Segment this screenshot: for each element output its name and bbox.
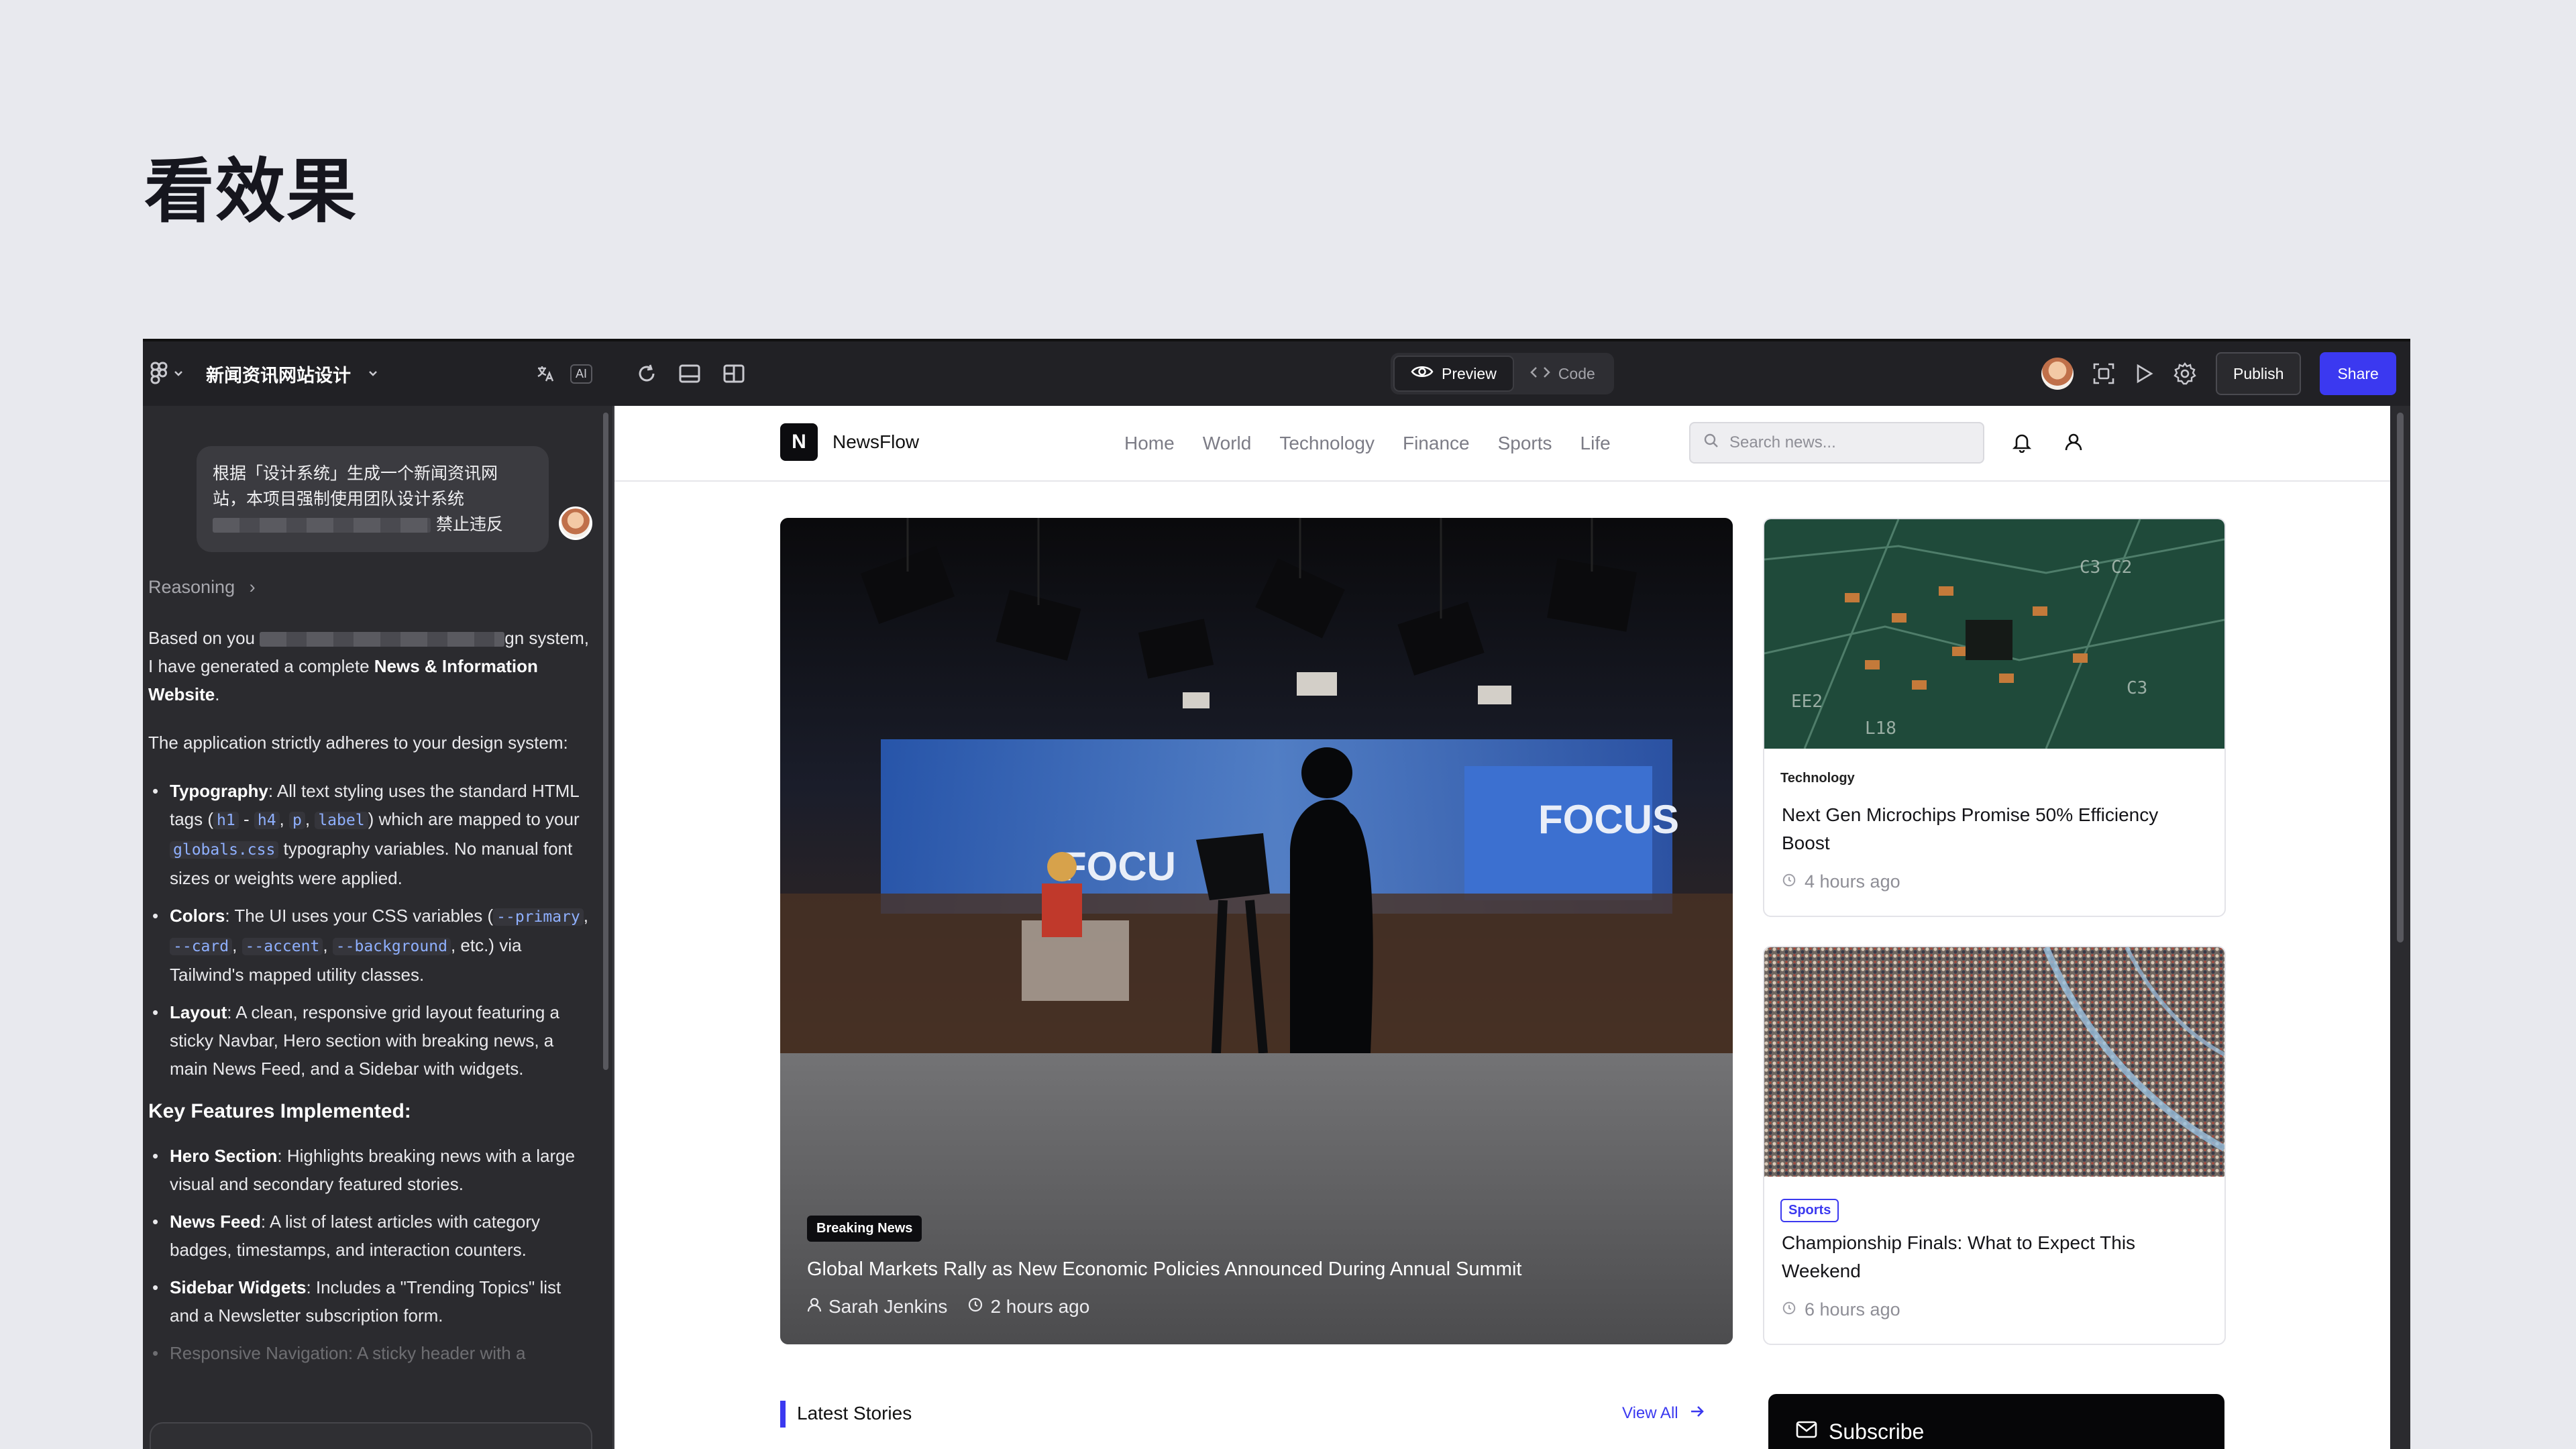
subscribe-widget: Subscribe bbox=[1768, 1394, 2224, 1449]
chevron-right-icon: › bbox=[249, 577, 256, 597]
split-view-icon[interactable] bbox=[722, 363, 746, 384]
section-accent bbox=[780, 1401, 786, 1428]
chat-panel: 根据「设计系统」生成一个新闻资讯网 站，本项目强制使用团队设计系统 禁止违反 R… bbox=[143, 406, 614, 1449]
svg-text:C3 C2: C3 C2 bbox=[2080, 557, 2132, 578]
publish-button[interactable]: Publish bbox=[2216, 352, 2302, 395]
user-icon[interactable] bbox=[2063, 431, 2084, 456]
svg-text:FOCUS: FOCUS bbox=[1538, 797, 1679, 842]
hero-meta: Sarah Jenkins 2 hours ago bbox=[807, 1296, 1089, 1318]
view-all-link[interactable]: View All bbox=[1622, 1404, 1705, 1423]
preview-scrollbar[interactable] bbox=[2397, 413, 2404, 943]
microchip-image: C3 C2 C3 EE2 L18 bbox=[1764, 519, 2224, 749]
reasoning-toggle[interactable]: Reasoning › bbox=[148, 577, 256, 598]
chevron-down-icon[interactable] bbox=[174, 370, 183, 377]
slide-title: 看效果 bbox=[144, 150, 358, 232]
user-avatar bbox=[559, 506, 592, 540]
mail-icon bbox=[1795, 1419, 1818, 1444]
avatar[interactable] bbox=[2041, 358, 2074, 390]
nav-link-technology[interactable]: Technology bbox=[1279, 433, 1375, 454]
svg-text:C3: C3 bbox=[2127, 678, 2147, 698]
card-time: 6 hours ago bbox=[1782, 1299, 1900, 1320]
redacted-text bbox=[213, 518, 431, 533]
clock-icon bbox=[1782, 871, 1796, 892]
nav-links: Home World Technology Finance Sports Lif… bbox=[1124, 433, 1611, 454]
user-icon bbox=[807, 1296, 822, 1318]
featured-card[interactable]: Sports Championship Finals: What to Expe… bbox=[1763, 946, 2226, 1345]
breaking-news-badge: Breaking News bbox=[807, 1216, 922, 1242]
scan-icon[interactable] bbox=[2092, 362, 2115, 385]
card-title[interactable]: Next Gen Microchips Promise 50% Efficien… bbox=[1782, 801, 2198, 857]
nav-link-life[interactable]: Life bbox=[1580, 433, 1611, 454]
desktop-view-icon[interactable] bbox=[678, 363, 702, 384]
card-title[interactable]: Championship Finals: What to Expect This… bbox=[1782, 1229, 2198, 1285]
stadium-crowd-image bbox=[1764, 947, 2224, 1177]
top-bar: 新闻资讯网站设计 AI Preview Code Publish Share bbox=[143, 339, 2410, 406]
clock-icon bbox=[1782, 1299, 1796, 1320]
view-mode-toggle: Preview Code bbox=[1391, 353, 1614, 394]
chat-scrollbar[interactable] bbox=[603, 413, 608, 1070]
chat-input[interactable] bbox=[150, 1422, 592, 1449]
code-icon bbox=[1530, 365, 1550, 383]
site-preview: N NewsFlow Home World Technology Finance… bbox=[614, 406, 2390, 1449]
translate-icon[interactable] bbox=[535, 364, 555, 384]
hero-image: FOCUS FOCU bbox=[780, 518, 1733, 1053]
gear-icon[interactable] bbox=[2173, 362, 2197, 386]
redacted-text bbox=[260, 632, 505, 647]
hero-title[interactable]: Global Markets Rally as New Economic Pol… bbox=[807, 1258, 1521, 1281]
preview-scrollbar-track bbox=[2390, 406, 2410, 1449]
hero-card[interactable]: FOCUS FOCU Breaking News Global Markets … bbox=[780, 518, 1733, 1344]
nav-link-home[interactable]: Home bbox=[1124, 433, 1175, 454]
category-badge: Technology bbox=[1780, 771, 1855, 786]
latest-stories-heading: Latest Stories bbox=[797, 1403, 912, 1424]
card-time: 4 hours ago bbox=[1782, 871, 1900, 892]
play-icon[interactable] bbox=[2134, 363, 2154, 384]
site-logo[interactable]: N NewsFlow bbox=[780, 423, 919, 461]
bell-icon[interactable] bbox=[2012, 431, 2032, 456]
svg-text:L18: L18 bbox=[1865, 718, 1896, 739]
site-navbar: N NewsFlow Home World Technology Finance… bbox=[614, 406, 2390, 482]
share-button[interactable]: Share bbox=[2320, 352, 2396, 395]
arrow-right-icon bbox=[1689, 1404, 1705, 1423]
featured-card[interactable]: C3 C2 C3 EE2 L18 Technology Next Gen Microc… bbox=[1763, 518, 2226, 917]
ai-badge[interactable]: AI bbox=[570, 364, 593, 384]
logo-mark: N bbox=[780, 423, 818, 461]
nav-link-world[interactable]: World bbox=[1203, 433, 1252, 454]
user-message: 根据「设计系统」生成一个新闻资讯网 站，本项目强制使用团队设计系统 禁止违反 bbox=[197, 446, 549, 552]
hero-time: 2 hours ago bbox=[990, 1296, 1090, 1317]
nav-link-sports[interactable]: Sports bbox=[1498, 433, 1552, 454]
search-input[interactable]: Search news... bbox=[1689, 422, 1984, 464]
project-name[interactable]: 新闻资讯网站设计 bbox=[206, 361, 351, 387]
hero-author: Sarah Jenkins bbox=[828, 1296, 948, 1317]
app-window: 新闻资讯网站设计 AI Preview Code Publish Share 根… bbox=[143, 339, 2410, 1449]
assistant-message: Based on you gn system, I have generated… bbox=[148, 624, 591, 1382]
tab-code[interactable]: Code bbox=[1514, 356, 1611, 392]
category-badge: Sports bbox=[1780, 1199, 1839, 1222]
project-switcher[interactable]: 新闻资讯网站设计 bbox=[150, 341, 378, 406]
search-icon bbox=[1703, 432, 1720, 454]
clock-icon bbox=[967, 1296, 983, 1318]
tab-preview[interactable]: Preview bbox=[1393, 356, 1514, 392]
logo-text: NewsFlow bbox=[833, 431, 920, 452]
svg-text:EE2: EE2 bbox=[1791, 692, 1823, 712]
figma-logo-icon[interactable] bbox=[150, 361, 170, 386]
chevron-down-icon[interactable] bbox=[368, 370, 378, 377]
nav-link-finance[interactable]: Finance bbox=[1403, 433, 1470, 454]
svg-text:FOCU: FOCU bbox=[1062, 844, 1176, 889]
refresh-icon[interactable] bbox=[636, 363, 657, 384]
eye-icon bbox=[1411, 364, 1434, 383]
